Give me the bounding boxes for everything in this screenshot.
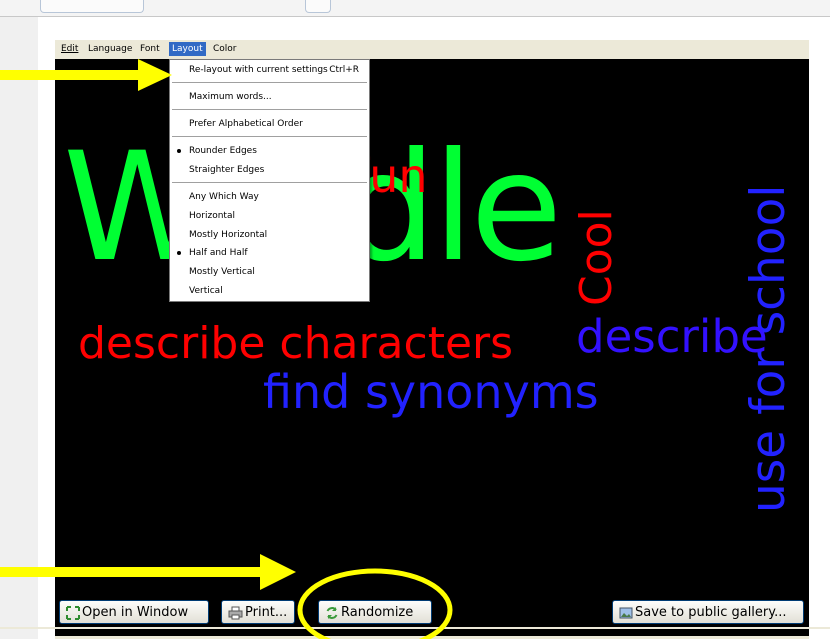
menu-item-relayout[interactable]: Re-layout with current settings Ctrl+R xyxy=(170,61,369,79)
page-left-margin xyxy=(0,17,38,639)
annotation-arrow-top xyxy=(0,59,172,91)
menu-edit[interactable]: Edit xyxy=(58,42,81,56)
menu-item-mostly-vertical[interactable]: Mostly Vertical xyxy=(170,263,369,281)
menu-item-any-which-way[interactable]: Any Which Way xyxy=(170,188,369,206)
layout-dropdown-menu: Re-layout with current settings Ctrl+R M… xyxy=(169,59,370,302)
browser-tab-segment xyxy=(40,0,144,13)
word-find-synonyms: find synonyms xyxy=(263,365,599,419)
annotation-arrow-bottom xyxy=(0,554,296,590)
annotation-circle xyxy=(297,568,453,639)
menu-item-mostly-horizontal[interactable]: Mostly Horizontal xyxy=(170,226,369,244)
gallery-icon xyxy=(619,607,633,619)
print-button[interactable]: Print... xyxy=(221,600,295,624)
word-describe: describe xyxy=(576,310,768,363)
expand-icon xyxy=(66,606,80,620)
menu-item-rounder-edges[interactable]: Rounder Edges xyxy=(170,142,369,160)
word-cool: Cool xyxy=(571,209,622,306)
selected-bullet-icon xyxy=(177,149,181,153)
menu-item-prefer-alphabetical[interactable]: Prefer Alphabetical Order xyxy=(170,115,369,133)
open-in-window-button[interactable]: Open in Window xyxy=(59,600,209,624)
browser-tab-segment xyxy=(305,0,331,13)
menu-separator xyxy=(172,136,367,138)
menu-font[interactable]: Font xyxy=(137,42,163,56)
menu-item-vertical[interactable]: Vertical xyxy=(170,282,369,300)
menu-separator xyxy=(172,82,367,84)
menu-layout[interactable]: Layout xyxy=(169,42,206,56)
browser-top-strip xyxy=(0,0,830,17)
printer-icon xyxy=(228,606,243,620)
menu-item-half-and-half[interactable]: Half and Half xyxy=(170,244,369,262)
menu-separator xyxy=(172,109,367,111)
menu-language[interactable]: Language xyxy=(85,42,135,56)
menu-item-straighter-edges[interactable]: Straighter Edges xyxy=(170,161,369,179)
menu-item-maximum-words[interactable]: Maximum words... xyxy=(170,88,369,106)
save-to-gallery-button[interactable]: Save to public gallery... xyxy=(612,600,804,624)
menu-color[interactable]: Color xyxy=(210,42,240,56)
menu-separator xyxy=(172,182,367,184)
selected-bullet-icon xyxy=(177,251,181,255)
word-describe-characters: describe characters xyxy=(78,318,514,369)
menu-item-horizontal[interactable]: Horizontal xyxy=(170,207,369,225)
